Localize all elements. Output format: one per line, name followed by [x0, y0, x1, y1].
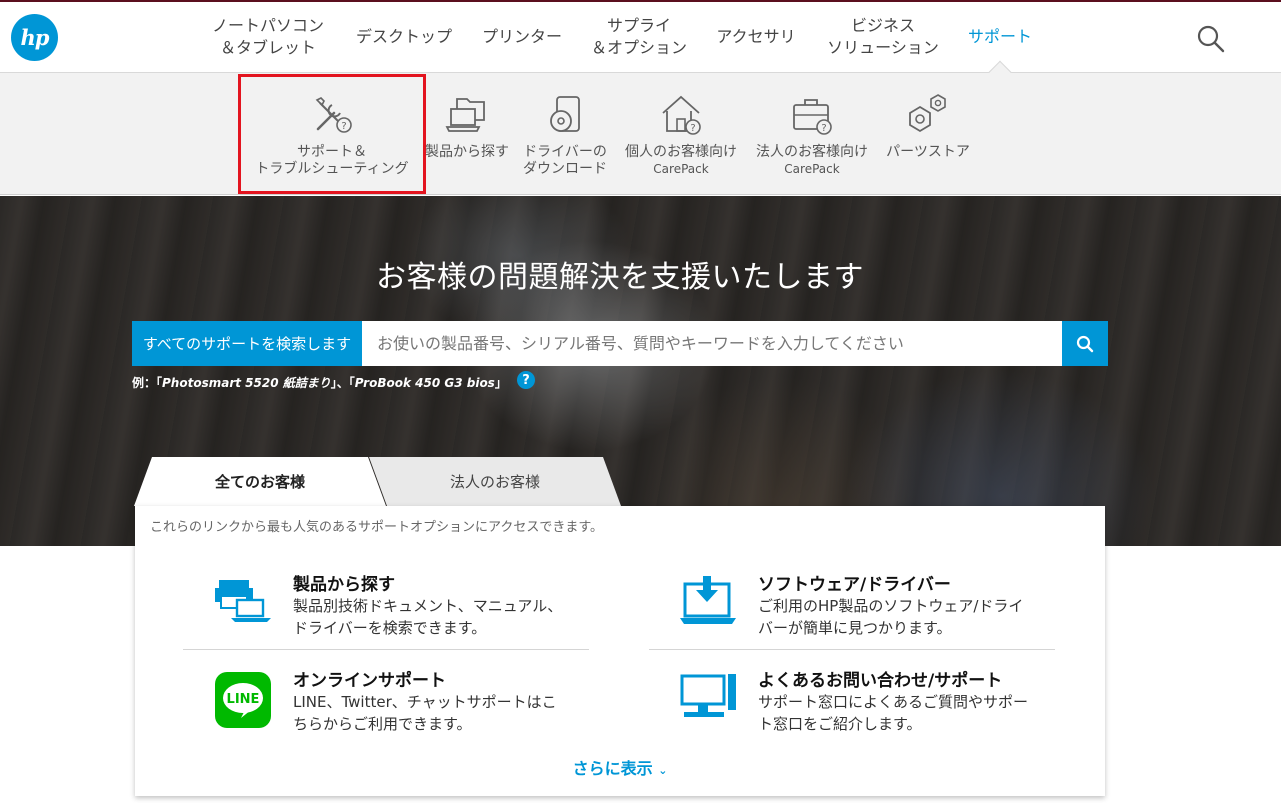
option-faq-support[interactable]: よくあるお問い合わせ/サポート サポート窓口によくあるご質問やサポート窓口をご紹…	[680, 664, 1100, 744]
nav-supplies-options[interactable]: サプライ ＆オプション	[586, 12, 692, 62]
submenu-label: サポート＆ トラブルシューティング	[255, 144, 409, 177]
submenu-label: パーツストア	[886, 144, 970, 160]
nav-support[interactable]: サポート	[962, 12, 1038, 62]
svg-text:?: ?	[341, 121, 346, 132]
option-find-by-product[interactable]: 製品から探す 製品別技術ドキュメント、マニュアル、ドライバーを検索できます。	[215, 568, 635, 648]
svg-text:LINE: LINE	[227, 692, 260, 707]
nav-business-solutions[interactable]: ビジネス ソリューション	[820, 12, 946, 62]
submenu-label: 法人のお客様向け CarePack	[751, 144, 873, 178]
nav-accessories[interactable]: アクセサリ	[710, 12, 802, 62]
logo-text: hp	[20, 25, 50, 50]
site-header: hp ノートパソコン ＆タブレット デスクトップ プリンター サプライ ＆オプシ…	[0, 2, 1281, 73]
tab-business-customers[interactable]: 法人のお客様	[369, 457, 621, 506]
example-link-2[interactable]: ProBook 450 G3 bios	[355, 376, 495, 390]
option-title: 製品から探す	[293, 575, 395, 595]
carepack-line1: 個人のお客様向け	[625, 144, 737, 160]
carepack-line2: CarePack	[784, 162, 840, 176]
carepack-line1: 法人のお客様向け	[756, 144, 868, 160]
divider-right	[649, 649, 1055, 650]
hp-logo[interactable]: hp	[11, 14, 58, 61]
laptop-folder-icon	[445, 98, 485, 132]
support-options-card: これらのリンクから最も人気のあるサポートオプションにアクセスできます。 製品から…	[135, 506, 1105, 796]
carepack-line2: CarePack	[653, 162, 709, 176]
search-icon	[1076, 335, 1094, 352]
submenu-parts-store[interactable]: パーツストア	[880, 73, 976, 195]
support-search-input[interactable]	[362, 321, 1062, 366]
submenu-business-carepack[interactable]: ? 法人のお客様向け CarePack	[751, 73, 873, 195]
search-examples: 例：「Photosmart 5520 紙詰まり」、「ProBook 450 G3…	[132, 374, 507, 391]
hero-title: お客様の問題解決を支援いたします	[376, 260, 864, 295]
driver-disc-icon	[550, 96, 580, 132]
show-more-link[interactable]: さらに表示 ⌄	[135, 755, 1105, 779]
option-title: よくあるお問い合わせ/サポート	[758, 671, 1003, 691]
search-submit-button[interactable]	[1062, 321, 1108, 366]
nav-printer[interactable]: プリンター	[476, 12, 568, 62]
search-icon[interactable]	[1196, 24, 1226, 54]
chevron-down-icon: ⌄	[658, 764, 668, 777]
card-intro: これらのリンクから最も人気のあるサポートオプションにアクセスできます。	[150, 520, 604, 535]
example-link-1[interactable]: Photosmart 5520 紙詰まり	[162, 376, 331, 390]
example-separator: 」、「	[330, 376, 355, 390]
line-app-icon: LINE	[215, 672, 271, 728]
tab-all-customers[interactable]: 全てのお客様	[134, 457, 386, 506]
support-submenu: ? サポート＆ トラブルシューティング 製品から探す ドライバーの ダウンロード…	[0, 73, 1281, 195]
submenu-find-by-product[interactable]: 製品から探す	[424, 73, 510, 195]
option-description: 製品別技術ドキュメント、マニュアル、ドライバーを検索できます。	[293, 597, 563, 637]
option-description: ご利用のHP製品のソフトウェア/ドライバーが簡単に見つかります。	[758, 597, 1024, 637]
example-suffix: 」	[494, 376, 507, 390]
submenu-label: 個人のお客様向け CarePack	[620, 144, 742, 178]
submenu-label: ドライバーの ダウンロード	[523, 144, 607, 177]
option-title: ソフトウェア/ドライバー	[758, 575, 951, 595]
example-prefix: 例：「	[132, 376, 163, 390]
option-description: サポート窓口によくあるご質問やサポート窓口をご紹介します。	[758, 693, 1029, 733]
option-online-support[interactable]: LINE オンラインサポート LINE、Twitter、チャットサポートはこちら…	[215, 664, 635, 744]
desktop-pc-icon	[680, 674, 736, 717]
submenu-support-troubleshooting[interactable]: ? サポート＆ トラブルシューティング	[241, 73, 423, 195]
house-question-icon: ?	[662, 95, 701, 135]
printer-laptop-icon	[215, 580, 271, 622]
option-title: オンラインサポート	[293, 671, 446, 691]
svg-text:?: ?	[690, 123, 695, 134]
submenu-personal-carepack[interactable]: ? 個人のお客様向け CarePack	[620, 73, 742, 195]
hex-nuts-icon	[909, 94, 946, 133]
tools-question-icon: ?	[315, 97, 352, 133]
submenu-label: 製品から探す	[425, 144, 509, 160]
svg-text:?: ?	[821, 123, 826, 134]
nav-desktop[interactable]: デスクトップ	[350, 12, 458, 62]
submenu-driver-download[interactable]: ドライバーの ダウンロード	[514, 73, 616, 195]
divider-left	[183, 649, 589, 650]
option-software-drivers[interactable]: ソフトウェア/ドライバー ご利用のHP製品のソフトウェア/ドライバーが簡単に見つ…	[680, 568, 1100, 648]
option-description: LINE、Twitter、チャットサポートはこちらからご利用できます。	[293, 693, 557, 733]
show-more-label: さらに表示	[572, 759, 653, 778]
search-scope-label: すべてのサポートを検索します	[132, 321, 362, 366]
help-icon[interactable]: ?	[517, 371, 535, 389]
download-laptop-icon	[680, 576, 736, 624]
briefcase-question-icon: ?	[793, 99, 832, 135]
hero-banner: お客様の問題解決を支援いたします すべてのサポートを検索します 例：「Photo…	[0, 196, 1281, 546]
nav-notebook-tablet[interactable]: ノートパソコン ＆タブレット	[205, 12, 331, 62]
